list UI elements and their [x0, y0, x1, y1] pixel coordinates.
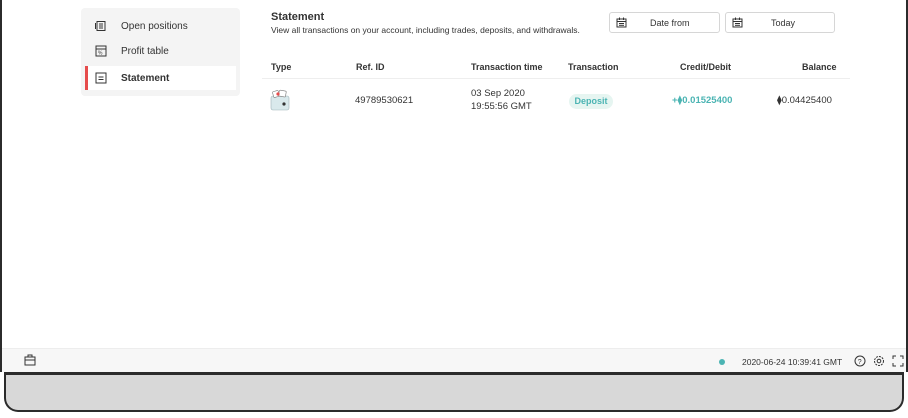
account-switcher-icon[interactable]	[24, 354, 36, 366]
date-to-label: Today	[771, 18, 796, 28]
device-bezel	[0, 372, 908, 418]
help-icon[interactable]: ?	[854, 355, 866, 367]
calendar-icon	[616, 17, 627, 30]
column-header-transaction-time: Transaction time	[471, 62, 543, 72]
settings-icon[interactable]	[873, 355, 885, 367]
column-header-transaction: Transaction	[568, 62, 619, 72]
fullscreen-icon[interactable]	[892, 355, 904, 367]
page-title: Statement	[271, 11, 325, 23]
table-header-divider	[262, 78, 850, 79]
credit-debit-cell: +⧫0.01525400	[672, 95, 733, 106]
sidebar-item-label: Profit table	[121, 45, 169, 57]
transaction-time-cell: 19:55:56 GMT	[471, 101, 532, 112]
server-time: 2020-06-24 10:39:41 GMT	[742, 357, 843, 367]
status-footer: 2020-06-24 10:39:41 GMT ?	[2, 348, 906, 372]
balance-cell: ⧫0.04425400	[777, 95, 832, 106]
sidebar-item-open-positions[interactable]: Open positions	[85, 14, 236, 38]
deposit-wallet-icon	[270, 89, 290, 114]
date-to-picker[interactable]: Today	[725, 12, 835, 33]
connection-status-dot	[719, 359, 725, 365]
profit-table-icon: %	[95, 45, 107, 57]
sidebar-item-statement[interactable]: Statement	[85, 66, 236, 90]
svg-text:?: ?	[858, 359, 862, 366]
column-header-balance: Balance	[802, 62, 837, 72]
date-from-picker[interactable]: Date from	[609, 12, 720, 33]
statement-icon	[95, 72, 107, 84]
column-header-type: Type	[271, 62, 292, 72]
transaction-type-badge: Deposit	[569, 94, 613, 109]
device-bezel-inner	[4, 372, 904, 412]
column-header-ref-id: Ref. ID	[356, 62, 385, 72]
transaction-date-cell: 03 Sep 2020	[471, 88, 525, 99]
device-frame-left	[0, 0, 2, 372]
page-subtitle: View all transactions on your account, i…	[271, 25, 580, 35]
sidebar-item-label: Statement	[121, 72, 170, 84]
sidebar-item-label: Open positions	[121, 20, 188, 32]
date-from-label: Date from	[650, 18, 690, 28]
ref-id-cell: 49789530621	[355, 95, 414, 106]
column-header-credit-debit: Credit/Debit	[680, 62, 732, 72]
reports-sidebar: Open positions % Profit table Statement	[81, 8, 240, 96]
sidebar-item-profit-table[interactable]: % Profit table	[85, 39, 236, 63]
svg-text:%: %	[98, 51, 103, 57]
calendar-icon	[732, 17, 743, 30]
open-positions-icon	[95, 20, 107, 32]
